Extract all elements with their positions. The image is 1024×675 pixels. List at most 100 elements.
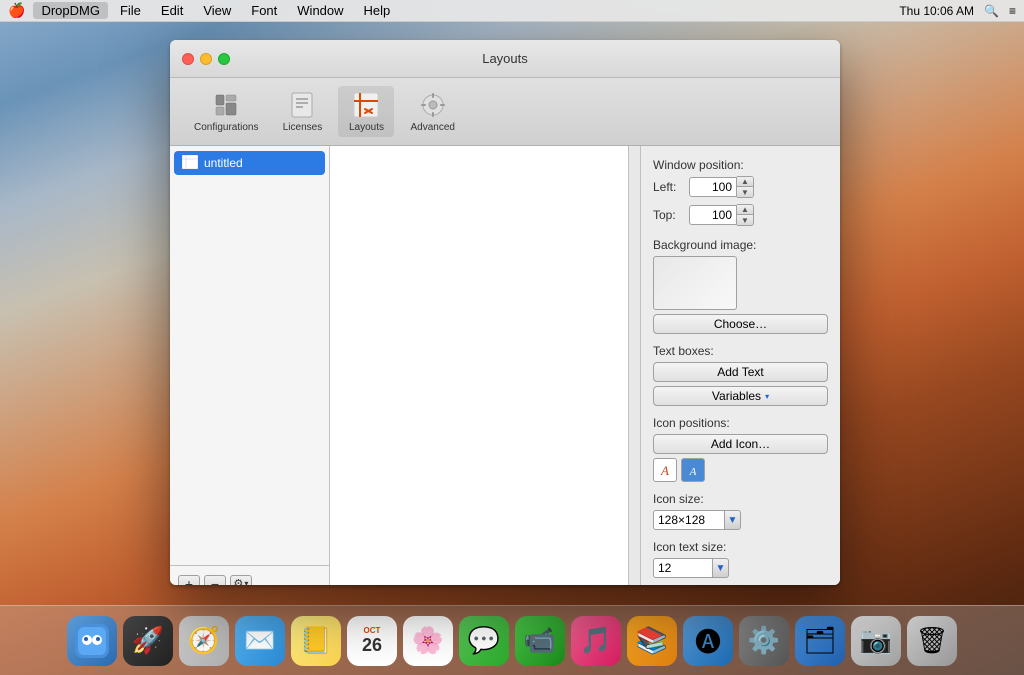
- toolbar-configurations[interactable]: Configurations: [186, 86, 266, 137]
- advanced-icon: [418, 90, 448, 120]
- dock-item-books[interactable]: 📚: [627, 616, 677, 666]
- icon-text-size-section: Icon text size: 12 10 14 ▼: [653, 540, 828, 578]
- bg-image-preview: [653, 256, 737, 310]
- layouts-window: Layouts Configurations: [170, 40, 840, 585]
- left-increment-button[interactable]: ▲: [737, 177, 753, 187]
- dock-item-finder[interactable]: [67, 616, 117, 666]
- variables-button[interactable]: Variables ▾: [653, 386, 828, 406]
- canvas-area[interactable]: [330, 146, 640, 585]
- variables-label: Variables: [712, 389, 761, 403]
- dock-item-photos[interactable]: 🌸: [403, 616, 453, 666]
- dock-item-facetime[interactable]: 📹: [515, 616, 565, 666]
- window-title: Layouts: [482, 51, 528, 66]
- svg-text:A: A: [689, 466, 697, 478]
- dock-item-notes[interactable]: 📒: [291, 616, 341, 666]
- icon-size-select[interactable]: 128×128 64×64 32×32: [653, 510, 725, 530]
- icon-text-size-select-group: 12 10 14 ▼: [653, 558, 828, 578]
- dock-item-mail[interactable]: ✉️: [235, 616, 285, 666]
- choose-button[interactable]: Choose…: [653, 314, 828, 334]
- menu-file[interactable]: File: [112, 2, 149, 19]
- background-image-section: Background image: Choose…: [653, 238, 828, 334]
- dock-item-camera[interactable]: 📷: [851, 616, 901, 666]
- close-button[interactable]: [182, 53, 194, 65]
- top-decrement-button[interactable]: ▼: [737, 215, 753, 225]
- top-increment-button[interactable]: ▲: [737, 205, 753, 215]
- dock-item-finder2[interactable]: 🗂: [795, 616, 845, 666]
- gear-menu-button[interactable]: ⚙ ▾: [230, 575, 252, 586]
- icon-text-size-label: Icon text size:: [653, 540, 828, 554]
- vertical-scrollbar[interactable]: [628, 146, 640, 585]
- window-position-section: Window position: Left: ▲ ▼ Top:: [653, 158, 828, 228]
- menu-font[interactable]: Font: [243, 2, 285, 19]
- layout-item-icon: [182, 155, 198, 171]
- top-row: Top: ▲ ▼: [653, 204, 828, 226]
- minimize-button[interactable]: [200, 53, 212, 65]
- menu-edit[interactable]: Edit: [153, 2, 191, 19]
- top-stepper-btns: ▲ ▼: [737, 204, 754, 226]
- icon-swatches: A A: [653, 458, 828, 482]
- dock-item-music[interactable]: 🎵: [571, 616, 621, 666]
- bg-image-label: Background image:: [653, 238, 828, 252]
- icon-text-size-dropdown-icon[interactable]: ▼: [713, 558, 729, 578]
- maximize-button[interactable]: [218, 53, 230, 65]
- advanced-label: Advanced: [410, 122, 454, 133]
- add-text-button[interactable]: Add Text: [653, 362, 828, 382]
- sidebar-footer: + − ⚙ ▾: [170, 565, 329, 585]
- licenses-icon: [287, 90, 317, 120]
- remove-layout-button[interactable]: −: [204, 575, 226, 586]
- licenses-label: Licenses: [283, 122, 322, 133]
- left-row: Left: ▲ ▼: [653, 176, 828, 198]
- icon-swatch-b[interactable]: A: [681, 458, 705, 482]
- toolbar-layouts[interactable]: Layouts: [338, 86, 394, 137]
- gear-icon: ⚙: [234, 577, 244, 585]
- sidebar: untitled + − ⚙ ▾: [170, 146, 330, 585]
- dock-item-launchpad[interactable]: 🚀: [123, 616, 173, 666]
- toolbar-advanced[interactable]: Advanced: [402, 86, 462, 137]
- menubar-time: Thu 10:06 AM: [899, 4, 974, 18]
- gear-chevron-icon: ▾: [244, 579, 248, 585]
- dock-item-appstore[interactable]: 🅐: [683, 616, 733, 666]
- dock-item-messages[interactable]: 💬: [459, 616, 509, 666]
- window-position-label: Window position:: [653, 158, 828, 172]
- dock-item-calendar[interactable]: OCT 26: [347, 616, 397, 666]
- toolbar: Configurations Licenses: [170, 78, 840, 146]
- icon-positions-label: Icon positions:: [653, 416, 828, 430]
- control-icon[interactable]: ≡: [1009, 4, 1016, 18]
- dock-item-sysprefs[interactable]: ⚙️: [739, 616, 789, 666]
- content-area: untitled + − ⚙ ▾ Window position:: [170, 146, 840, 585]
- icon-size-section: Icon size: 128×128 64×64 32×32 ▼: [653, 492, 828, 530]
- menubar-right: Thu 10:06 AM 🔍 ≡: [899, 4, 1016, 18]
- top-input[interactable]: [689, 205, 737, 225]
- add-layout-button[interactable]: +: [178, 575, 200, 586]
- sidebar-list: untitled: [170, 146, 329, 565]
- icon-size-select-group: 128×128 64×64 32×32 ▼: [653, 510, 828, 530]
- svg-text:A: A: [660, 463, 669, 478]
- icon-size-dropdown-icon[interactable]: ▼: [725, 510, 741, 530]
- left-stepper-btns: ▲ ▼: [737, 176, 754, 198]
- menu-window[interactable]: Window: [289, 2, 351, 19]
- dock-item-trash[interactable]: 🗑: [907, 616, 957, 666]
- toolbar-licenses[interactable]: Licenses: [274, 86, 330, 137]
- left-decrement-button[interactable]: ▼: [737, 187, 753, 197]
- search-icon[interactable]: 🔍: [984, 4, 999, 18]
- icon-swatch-a[interactable]: A: [653, 458, 677, 482]
- apple-menu[interactable]: 🍎: [8, 2, 25, 19]
- right-panel: Window position: Left: ▲ ▼ Top:: [640, 146, 840, 585]
- menu-view[interactable]: View: [195, 2, 239, 19]
- dock: 🚀 🧭 ✉️ 📒 OCT 26 🌸 💬 📹 🎵 📚 🅐 ⚙️ 🗂 📷 🗑: [0, 605, 1024, 675]
- titlebar: Layouts: [170, 40, 840, 78]
- left-input[interactable]: [689, 177, 737, 197]
- top-label: Top:: [653, 208, 683, 222]
- text-boxes-label: Text boxes:: [653, 344, 828, 358]
- left-label: Left:: [653, 180, 683, 194]
- icon-text-size-select[interactable]: 12 10 14: [653, 558, 713, 578]
- sidebar-item-label: untitled: [204, 156, 243, 170]
- add-icon-button[interactable]: Add Icon…: [653, 434, 828, 454]
- dock-item-safari[interactable]: 🧭: [179, 616, 229, 666]
- menu-dropdmg[interactable]: DropDMG: [33, 2, 108, 19]
- configurations-label: Configurations: [194, 122, 258, 133]
- variables-dropdown-icon: ▾: [765, 392, 769, 401]
- icon-positions-section: Icon positions: Add Icon… A A: [653, 416, 828, 482]
- sidebar-item-untitled[interactable]: untitled: [174, 151, 325, 175]
- menu-help[interactable]: Help: [356, 2, 399, 19]
